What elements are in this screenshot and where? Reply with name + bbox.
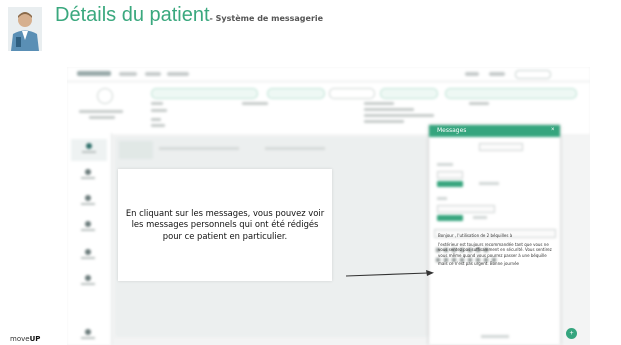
app-logo [77,71,111,76]
patient-field [151,109,167,112]
patient-field [151,118,161,121]
patient-avatar [97,88,113,104]
patient-field [242,102,268,105]
arrow-icon [346,270,434,277]
brand-logo: moveUP [10,335,40,343]
topbar-menu-item[interactable] [489,72,505,76]
close-icon[interactable]: × [551,127,555,133]
sidebar-item[interactable] [81,221,95,231]
patient-tab[interactable] [329,88,375,99]
content-line [159,147,239,150]
patient-field [364,102,394,105]
message-select[interactable] [479,143,523,151]
sidebar-item[interactable] [81,275,95,285]
slide-subtitle: - Système de messagerie [209,14,324,23]
message-label [479,182,499,185]
message-label [473,216,487,219]
topbar-menu-item[interactable] [465,72,479,76]
message-label [437,163,453,166]
sidebar-item[interactable] [81,195,95,205]
add-message-button[interactable]: + [566,328,577,339]
patient-info [89,116,115,119]
slide-title-main: Détails du patient [55,4,210,26]
sidebar-item[interactable] [81,169,95,179]
slide-title: Détails du patient- Système de messageri… [55,4,323,27]
topbar-search-field[interactable] [515,70,551,79]
topbar-menu-item[interactable] [167,72,189,76]
patient-name [79,110,123,113]
doctor-avatar-icon [8,7,42,51]
patient-field [364,114,434,117]
app-sidebar [67,133,112,345]
message-field[interactable] [437,171,463,179]
patient-field [364,108,414,111]
callout-box: En cliquant sur les messages, vous pouve… [118,169,332,281]
content-tile [119,141,153,159]
sidebar-item[interactable] [81,249,95,259]
topbar-menu-item[interactable] [119,72,137,76]
patient-field [151,102,163,105]
message-line: Bonjour , l'utilisation de 2 béquilles à [438,233,513,238]
patient-tab[interactable] [151,88,258,99]
message-body[interactable]: Bonjour , l'utilisation de 2 béquilles à… [438,233,554,270]
patient-tab[interactable] [445,88,577,99]
message-footer-label [481,335,509,338]
sidebar-item-active[interactable] [71,139,107,161]
sidebar-item[interactable] [81,329,95,339]
patient-field [151,124,165,127]
message-action-button[interactable] [437,215,463,221]
brand-suffix: UP [29,335,41,343]
message-action-button[interactable] [437,181,463,187]
app-topbar [67,67,590,81]
content-line [265,147,325,150]
patient-tab[interactable] [267,88,325,99]
callout-text: En cliquant sur les messages, vous pouve… [125,207,325,241]
brand-prefix: move [10,335,30,343]
patient-field [469,102,489,105]
message-line: l'extérieur est toujours recommandée tan… [438,241,552,258]
messages-panel-title: Messages [437,127,467,134]
topbar-menu-item[interactable] [145,72,161,76]
message-line: mais ce n'est pas urgent. Bonne journée [438,261,519,267]
message-field[interactable] [437,205,495,213]
patient-field [364,120,404,123]
patient-tab[interactable] [380,88,438,99]
message-label [437,197,447,200]
